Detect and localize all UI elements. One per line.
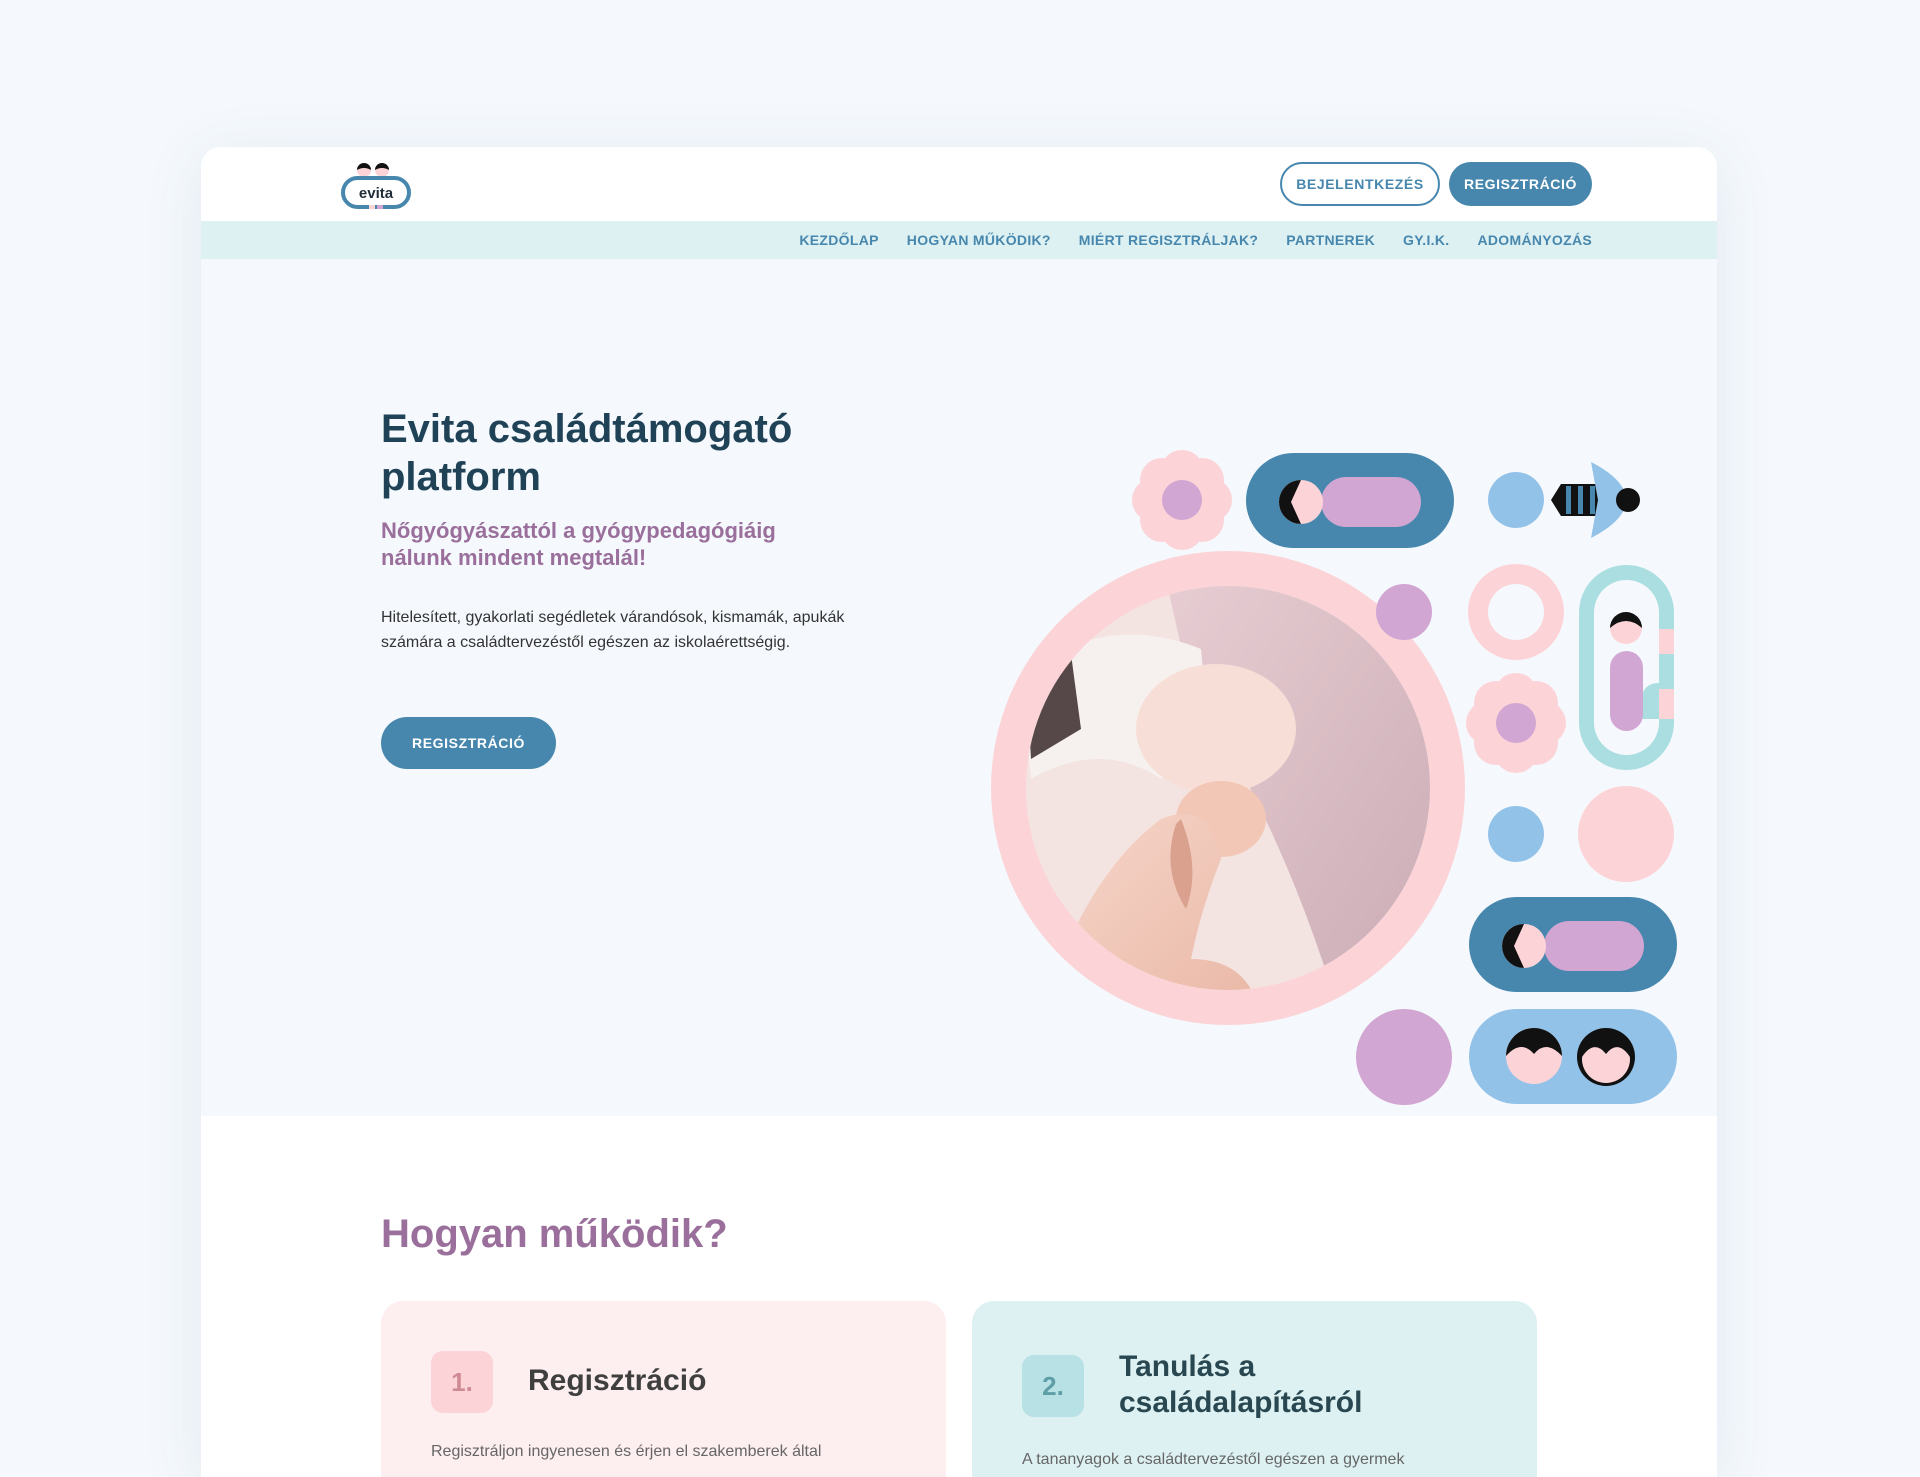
hero-illustration [991,450,1677,1105]
how-it-works-title: Hogyan működik? [381,1212,728,1256]
hero-section [201,259,1717,1116]
pill-teal-vertical [1579,565,1674,770]
top-header: evita BEJELENTKEZÉS REGISZTRÁCIÓ [201,147,1717,221]
nav-item-home[interactable]: KEZDŐLAP [799,232,878,248]
pill-baby-mid [1469,897,1677,992]
hero-register-button[interactable]: REGISZTRÁCIÓ [381,717,556,769]
evita-logo[interactable]: evita [341,161,411,211]
nav-item-faq[interactable]: GY.I.K. [1403,232,1449,248]
main-nav-bar: KEZDŐLAP HOGYAN MŰKÖDIK? MIÉRT REGISZTRÁ… [201,221,1717,259]
dot-blue-mid [1488,806,1544,862]
logo-text: evita [359,185,394,202]
dot-lilac-large [1356,1009,1452,1105]
register-button[interactable]: REGISZTRÁCIÓ [1449,162,1592,206]
flower-top [1132,450,1232,550]
step-title: Regisztráció [528,1364,707,1397]
step-text: Regisztráljon ingyenesen és érjen el sza… [431,1443,822,1460]
step-title: Tanulás a családalapításról [1119,1350,1363,1419]
pill-baby-top [1246,453,1454,548]
logo-lilac-bar [377,205,383,209]
hero-title: Evita családtámogató platform [381,407,793,499]
hero-description: Hitelesített, gyakorlati segédletek vára… [381,609,845,651]
dot-pink-large [1578,786,1674,882]
step-text: A tananyagok a családtervezéstől egészen… [1022,1451,1405,1468]
pill-two-faces [1469,1009,1677,1104]
ring-pink [1468,564,1564,660]
login-button[interactable]: BEJELENTKEZÉS [1280,162,1440,206]
nav-item-why-register[interactable]: MIÉRT REGISZTRÁLJAK? [1079,232,1258,248]
step-card-registration: 1. Regisztráció Regisztráljon ingyenesen… [381,1301,946,1477]
nav-item-how-it-works[interactable]: HOGYAN MŰKÖDIK? [907,232,1051,248]
browser-frame: evita BEJELENTKEZÉS REGISZTRÁCIÓ KEZDŐLA… [201,147,1717,1477]
step-number: 2. [1022,1355,1084,1417]
hero-subtitle: Nőgyógyászattól a gyógypedagógiáig nálun… [381,518,776,570]
flower-mid [1466,673,1566,773]
dot-blue-top [1488,472,1544,528]
nav-item-donate[interactable]: ADOMÁNYOZÁS [1477,232,1592,248]
nav-item-partners[interactable]: PARTNEREK [1286,232,1375,248]
bee-top [1551,462,1640,538]
step-card-learning: 2. Tanulás a családalapításról A tananya… [972,1301,1537,1477]
logo-pink-bar [369,205,375,209]
step-number: 1. [431,1351,493,1413]
dot-lilac-1 [1376,584,1432,640]
main-nav: KEZDŐLAP HOGYAN MŰKÖDIK? MIÉRT REGISZTRÁ… [799,221,1592,259]
